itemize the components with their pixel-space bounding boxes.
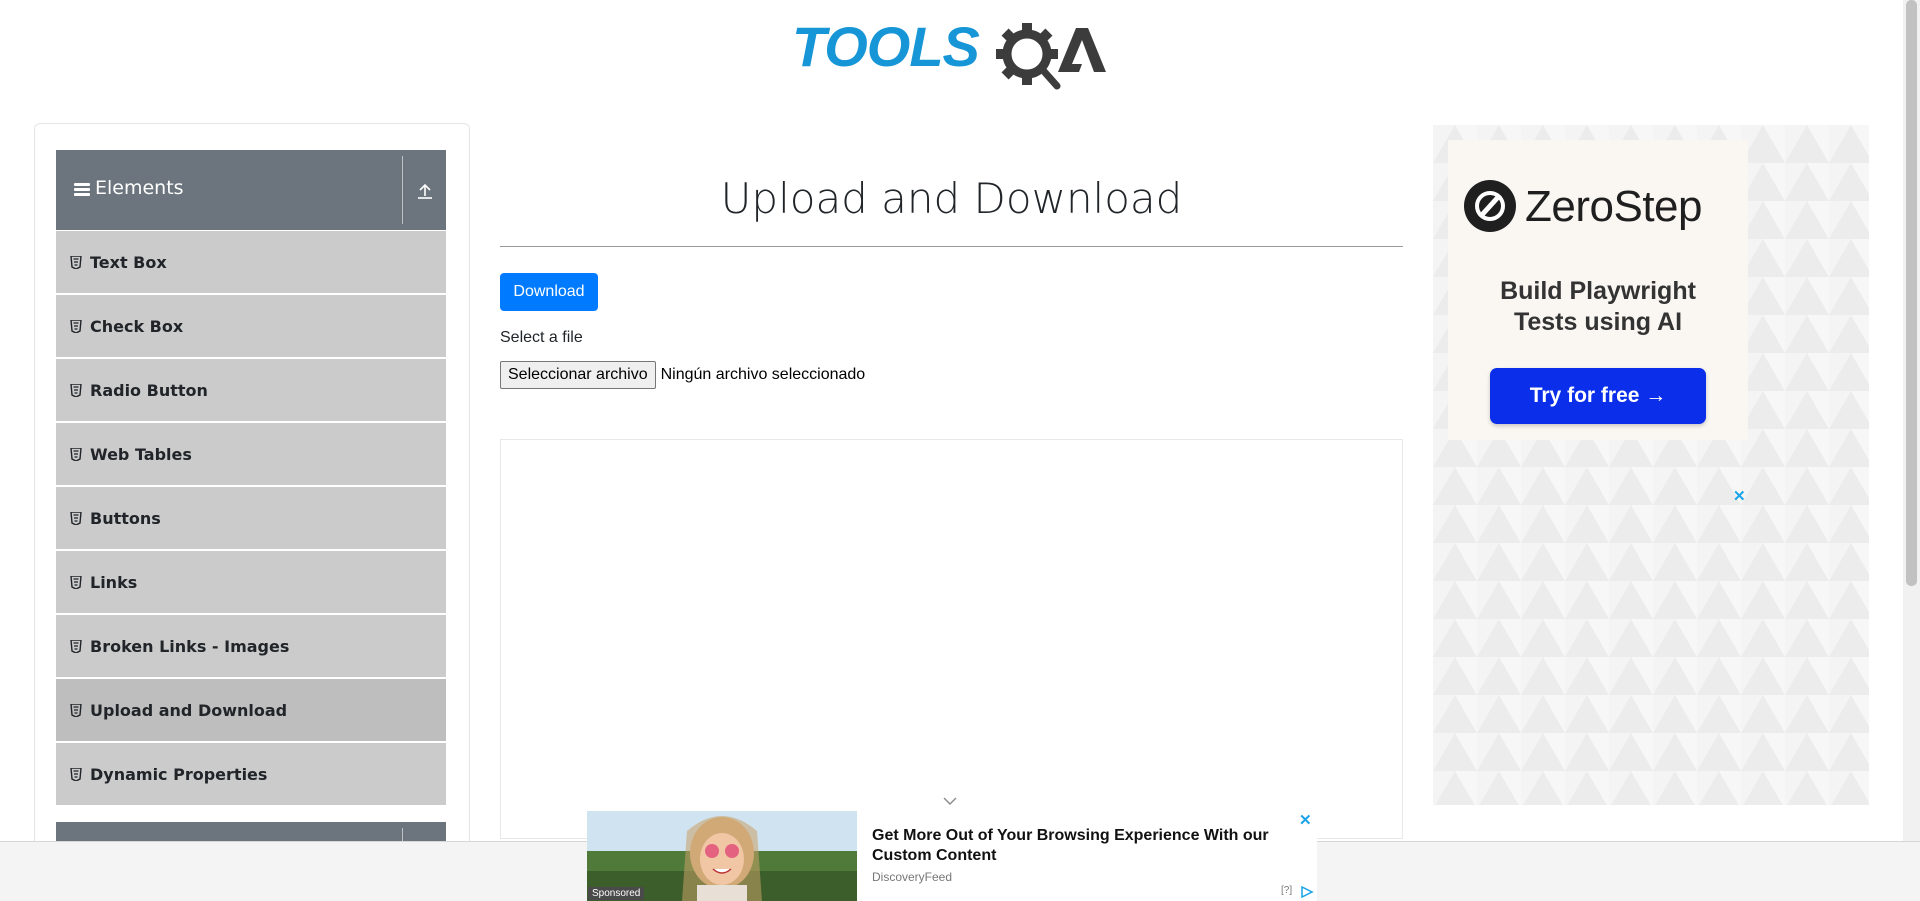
try-for-free-button[interactable]: Try for free →: [1490, 368, 1706, 424]
sidebar-item-text-box[interactable]: Text Box: [56, 231, 446, 293]
sidebar-item-label: Web Tables: [90, 444, 192, 464]
logo-letter-a: [1058, 28, 1106, 72]
upload-arrow-icon[interactable]: [416, 180, 434, 200]
toolsqa-logo[interactable]: TOOLS: [790, 14, 1116, 92]
page: TOOLS Elements Text Box Check Box Radio …: [0, 0, 1920, 901]
right-ad-panel[interactable]: ZeroStep Build Playwright Tests using AI…: [1433, 125, 1869, 805]
sidebar-item-label: Dynamic Properties: [90, 764, 268, 784]
html5-icon: [70, 255, 82, 269]
sidebar-item-label: Check Box: [90, 316, 184, 336]
html5-icon: [70, 575, 82, 589]
html5-icon: [70, 511, 82, 525]
elements-menu: Text Box Check Box Radio Button Web Tabl…: [56, 231, 446, 807]
sidebar-item-label: Links: [90, 572, 138, 592]
ad-headline-line: Build Playwright: [1500, 277, 1696, 305]
sidebar-item-upload-and-download[interactable]: Upload and Download: [56, 679, 446, 741]
sidebar-item-label: Radio Button: [90, 380, 208, 400]
chevron-down-icon[interactable]: [942, 795, 958, 807]
file-input-label: Select a file: [500, 329, 583, 346]
html5-icon: [70, 703, 82, 717]
page-title: Upload and Download: [720, 174, 1183, 223]
file-status-text: Ningún archivo seleccionado: [660, 366, 866, 383]
html5-icon: [70, 639, 82, 653]
hamburger-icon: [74, 183, 90, 197]
bottom-ad-headline[interactable]: Get More Out of Your Browsing Experience…: [872, 826, 1282, 866]
zerostep-ad-card[interactable]: ZeroStep Build Playwright Tests using AI…: [1448, 140, 1748, 440]
header-divider: [402, 156, 403, 224]
sidebar-item-label: Text Box: [90, 252, 167, 272]
bottom-ad-source: DiscoveryFeed: [872, 870, 953, 884]
sidebar-item-dynamic-properties[interactable]: Dynamic Properties: [56, 743, 446, 805]
download-button[interactable]: Download: [500, 273, 598, 311]
close-ad-icon[interactable]: ✕: [1733, 487, 1746, 505]
ad-headline-line: Tests using AI: [1513, 308, 1683, 336]
html5-icon: [70, 767, 82, 781]
adchoices-icon[interactable]: [1300, 886, 1314, 898]
bottom-ad-banner[interactable]: Sponsored Get More Out of Your Browsing …: [587, 811, 1317, 901]
sidebar-item-buttons[interactable]: Buttons: [56, 487, 446, 549]
content-ad-frame: [500, 439, 1403, 839]
sidebar-item-check-box[interactable]: Check Box: [56, 295, 446, 357]
ad-headline: Build Playwright Tests using AI: [1448, 276, 1748, 338]
html5-icon: [70, 447, 82, 461]
sidebar-item-links[interactable]: Links: [56, 551, 446, 613]
sidebar-item-label: Upload and Download: [90, 700, 288, 720]
html5-icon: [70, 383, 82, 397]
sidebar-item-label: Buttons: [90, 508, 161, 528]
close-ad-icon[interactable]: ✕: [1299, 811, 1312, 829]
zerostep-logo-icon: [1464, 180, 1516, 232]
left-panel: Elements Text Box Check Box Radio Button: [34, 123, 470, 901]
sidebar-item-broken-links[interactable]: Broken Links - Images: [56, 615, 446, 677]
sponsored-label: Sponsored: [588, 887, 645, 900]
scrollbar-thumb[interactable]: [1906, 0, 1917, 586]
logo-gear-icon: [996, 23, 1061, 90]
choose-file-button[interactable]: Seleccionar archivo: [500, 361, 656, 389]
group-header-elements[interactable]: Elements: [56, 150, 446, 230]
zerostep-brand: ZeroStep: [1525, 182, 1702, 231]
vertical-scrollbar[interactable]: [1903, 0, 1920, 841]
file-input[interactable]: Seleccionar archivo Ningún archivo selec…: [500, 361, 865, 389]
html5-icon: [70, 319, 82, 333]
sidebar-item-label: Broken Links - Images: [90, 636, 290, 656]
logo-text-tools: TOOLS: [792, 15, 980, 78]
title-divider: [500, 246, 1403, 247]
group-title: Elements: [95, 177, 184, 199]
sidebar-item-radio-button[interactable]: Radio Button: [56, 359, 446, 421]
sidebar-item-web-tables[interactable]: Web Tables: [56, 423, 446, 485]
adchoices-label[interactable]: [?]: [1281, 885, 1292, 896]
